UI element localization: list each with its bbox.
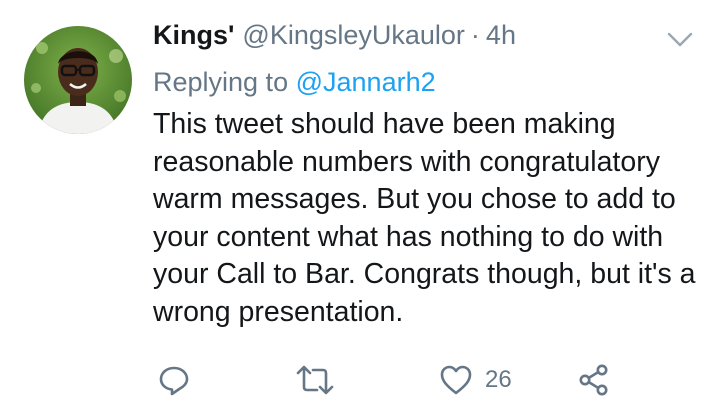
like-button[interactable]: 26 (439, 362, 512, 398)
heart-icon (440, 365, 472, 395)
author-name[interactable]: Kings' (153, 20, 234, 51)
author-handle[interactable]: @KingsleyUkaulor (242, 20, 465, 51)
separator-dot: · (470, 20, 480, 50)
reply-icon (159, 366, 189, 396)
avatar[interactable] (24, 26, 132, 134)
share-button[interactable] (577, 362, 611, 398)
replying-to-line: Replying to @Jannarh2 (153, 62, 703, 102)
chevron-down-icon[interactable] (666, 30, 694, 50)
avatar-image (24, 26, 132, 134)
retweet-icon (296, 365, 334, 395)
reply-button[interactable] (157, 362, 191, 398)
retweet-button[interactable] (295, 362, 335, 398)
reply-mention-link[interactable]: @Jannarh2 (296, 67, 436, 97)
tweet-text: This tweet should have been making reaso… (153, 108, 696, 328)
tweet-actions: 26 (155, 362, 615, 398)
share-icon (579, 364, 608, 396)
like-count: 26 (485, 366, 512, 393)
tweet-header: Kings' @KingsleyUkaulor · 4h (153, 20, 703, 60)
tweet-body: Kings' @KingsleyUkaulor · 4h Replying to… (153, 20, 703, 331)
tweet-timestamp[interactable]: 4h (486, 20, 516, 51)
replying-to-label: Replying to (153, 67, 289, 97)
tweet-card[interactable]: Kings' @KingsleyUkaulor · 4h Replying to… (0, 0, 720, 409)
